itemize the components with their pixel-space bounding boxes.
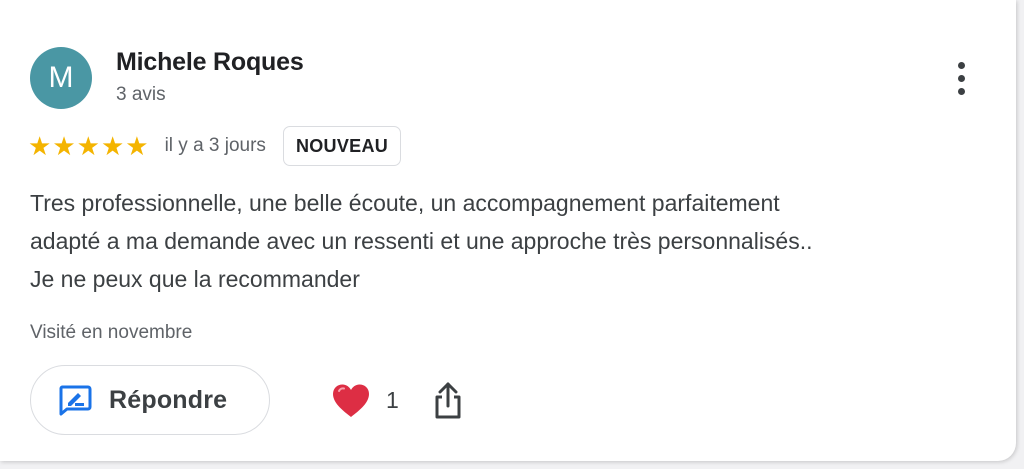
- author-review-count[interactable]: 3 avis: [116, 84, 166, 106]
- review-text-line: Je ne peux que la recommander: [30, 266, 360, 292]
- star-icon: ★: [100, 131, 125, 161]
- reply-button[interactable]: Répondre: [30, 365, 270, 435]
- star-rating: ★ ★ ★ ★ ★: [28, 133, 149, 159]
- review-text-line: Tres professionnelle, une belle écoute, …: [30, 190, 780, 216]
- star-icon: ★: [125, 131, 149, 161]
- star-icon: ★: [76, 131, 100, 161]
- review-text-line: adapté a ma demande avec un ressenti et …: [30, 228, 813, 254]
- author-name[interactable]: Michele Roques: [116, 48, 304, 77]
- review-card: M Michele Roques 3 avis ★ ★ ★ ★ ★ il y a…: [0, 0, 1016, 461]
- more-vert-icon[interactable]: [948, 60, 976, 98]
- review-text: Tres professionnelle, une belle écoute, …: [30, 184, 990, 298]
- star-icon: ★: [52, 131, 76, 161]
- reply-feedback-icon: [57, 382, 93, 418]
- visited-date: Visité en novembre: [30, 322, 193, 343]
- star-icon: ★: [28, 131, 52, 161]
- avatar-initial: M: [48, 61, 74, 94]
- new-badge: NOUVEAU: [282, 126, 402, 166]
- share-icon[interactable]: [430, 380, 466, 422]
- like-count: 1: [386, 387, 399, 413]
- avatar[interactable]: M: [30, 47, 92, 109]
- review-date: il y a 3 jours: [164, 135, 266, 156]
- heart-icon[interactable]: [328, 378, 374, 424]
- reply-button-label: Répondre: [109, 385, 228, 414]
- rating-row: ★ ★ ★ ★ ★ il y a 3 jours NOUVEAU: [28, 124, 402, 168]
